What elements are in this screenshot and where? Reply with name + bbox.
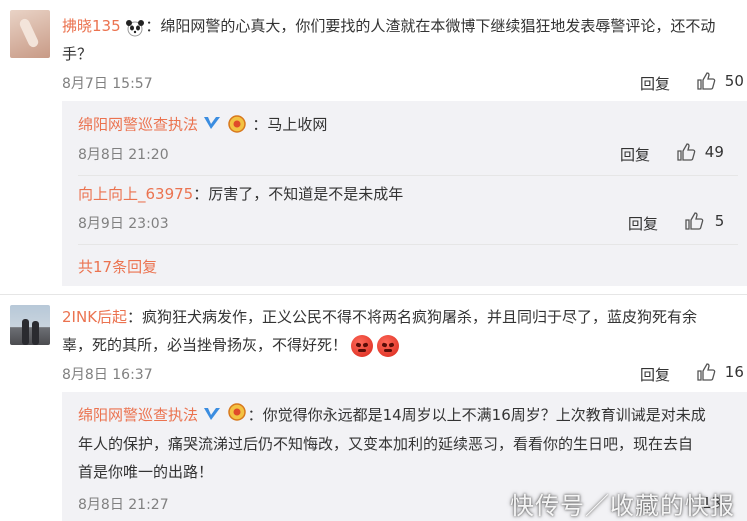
reply-text: ：厉害了，不知道是不是未成年 — [193, 185, 404, 203]
reply-time: 8月8日 21:20 — [78, 147, 169, 163]
like-button[interactable]: 16 — [696, 362, 744, 382]
comment-time: 8月7日 15:57 — [62, 76, 153, 92]
thumb-up-icon — [697, 363, 716, 381]
police-badge-icon — [226, 401, 248, 430]
like-count: 50 — [724, 72, 744, 90]
reply-divider — [78, 175, 738, 176]
angry-face-icon — [377, 334, 400, 357]
panda-emoji-icon — [125, 18, 145, 36]
comment-body: 拂晓135 ：绵阳网警的心真大，你们要找的人渣就在本微博下继续猖狂地发表辱警评论… — [62, 12, 742, 68]
reply-button[interactable]: 回复 — [640, 73, 670, 94]
reply-text: ：马上收网 — [252, 115, 328, 134]
comment-divider — [0, 294, 747, 295]
reply-item: 绵阳网警巡查执法 ：你觉得你永远都是14周岁以上不满16周岁？上次教育训诫是对未… — [78, 401, 738, 486]
watermark: 快传号／收藏的快报 — [510, 492, 735, 520]
like-count: 5 — [714, 212, 725, 230]
reply-like-button[interactable]: 5 — [684, 211, 724, 231]
reply-divider — [78, 244, 738, 245]
avatar[interactable] — [10, 10, 50, 58]
user-name-link[interactable]: 2INK后起 — [62, 308, 127, 326]
thumb-up-icon — [677, 143, 696, 161]
police-badge-icon — [226, 113, 248, 137]
comment-text-cont: 手？ — [62, 45, 93, 63]
reply-reply-button[interactable]: 回复 — [620, 144, 650, 165]
reply-time: 8月9日 23:03 — [78, 216, 169, 232]
comment-body: 2INK后起：疯狗狂犬病发作，正义公民不得不将两名疯狗屠杀，并且同归于尽了，蓝皮… — [62, 303, 742, 359]
comment-text-cont: 辜，死的其所，必当挫骨扬灰，不得好死！ — [62, 336, 348, 354]
reply-time: 8月8日 21:27 — [78, 497, 169, 513]
reply-item: 绵阳网警巡查执法 ：马上收网 — [78, 113, 327, 137]
reply-like-button[interactable]: 49 — [676, 142, 724, 162]
reply-text: ：你觉得你永远都是14周岁以上不满16周岁？上次教育训诫是对未成 — [247, 406, 706, 424]
avatar[interactable] — [10, 305, 50, 345]
like-count: 49 — [704, 143, 724, 161]
reply-user-name-link[interactable]: 绵阳网警巡查执法 — [78, 406, 198, 424]
comment-text: ：疯狗狂犬病发作，正义公民不得不将两名疯狗屠杀，并且同归于尽了，蓝皮狗死有余 — [127, 308, 698, 326]
reply-text-cont: 首是你唯一的出路！ — [78, 463, 214, 481]
reply-reply-button[interactable]: 回复 — [628, 213, 658, 234]
comment-time: 8月8日 16:37 — [62, 367, 153, 383]
thumb-up-icon — [697, 72, 716, 90]
like-count: 16 — [724, 363, 744, 381]
verified-badge-icon — [203, 116, 221, 134]
more-replies-link[interactable]: 共17条回复 — [78, 256, 157, 277]
comment-text: ：绵阳网警的心真大，你们要找的人渣就在本微博下继续猖狂地发表辱警评论，还不动 — [145, 17, 716, 35]
reply-button[interactable]: 回复 — [640, 364, 670, 385]
reply-text-cont: 年人的保护，痛哭流涕过后仍不知悔改，又变本加利的延续恶习，看看你的生日吧，现在去… — [78, 435, 694, 453]
verified-badge-icon — [203, 402, 221, 430]
reply-user-name-link[interactable]: 绵阳网警巡查执法 — [78, 116, 198, 134]
reply-item: 向上向上_63975：厉害了，不知道是不是未成年 — [78, 183, 403, 204]
like-button[interactable]: 50 — [696, 71, 744, 91]
angry-face-icon — [351, 334, 374, 357]
user-name-link[interactable]: 拂晓135 — [62, 17, 121, 35]
thumb-up-icon — [685, 212, 704, 230]
reply-user-name-link[interactable]: 向上向上_63975 — [78, 185, 193, 203]
